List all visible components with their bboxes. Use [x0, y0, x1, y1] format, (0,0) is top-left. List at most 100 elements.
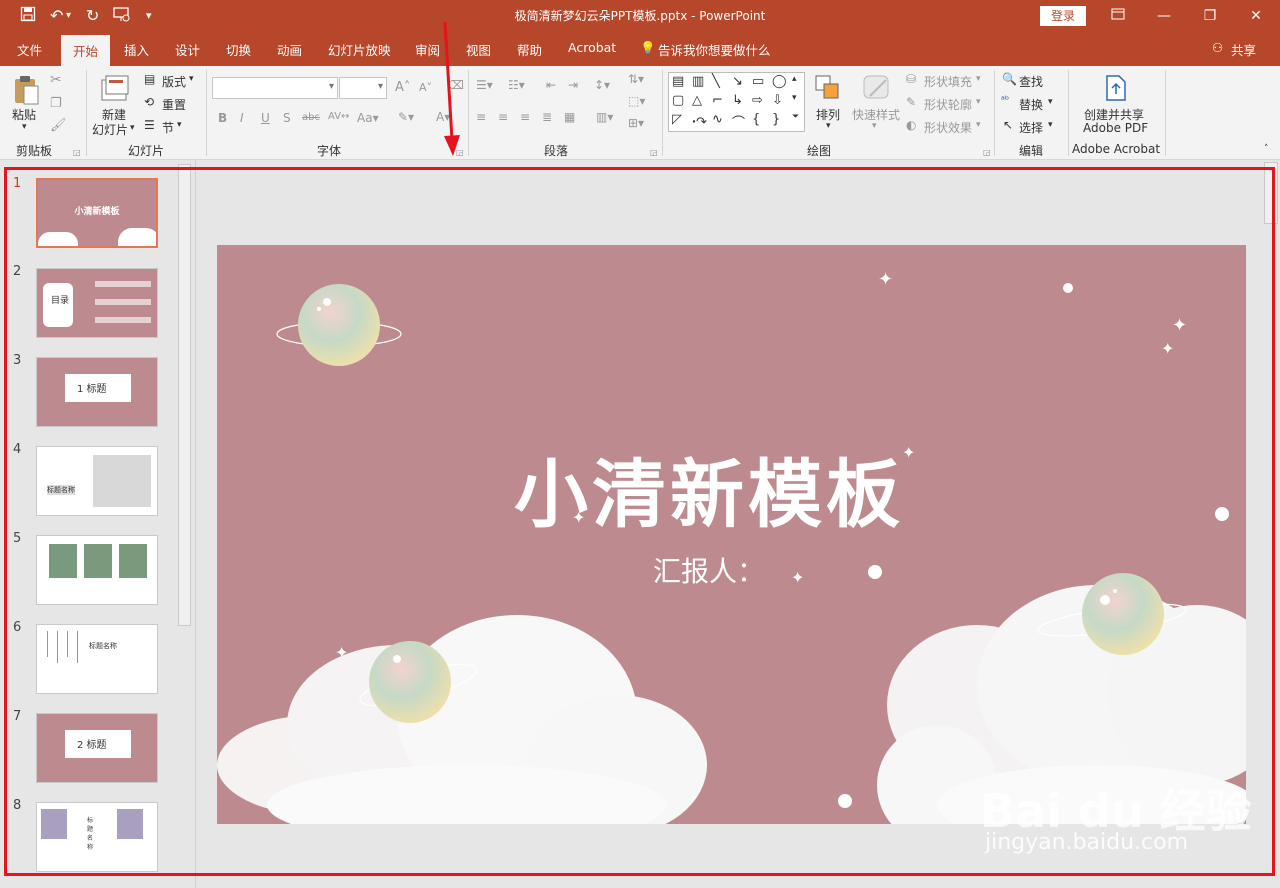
gallery-more-icon[interactable]: ⏷ [792, 112, 799, 122]
vertical-textbox-shape-icon[interactable]: ▥ [692, 74, 704, 89]
align-text-icon[interactable]: ⬚▾ [628, 94, 645, 108]
paste-label[interactable]: 粘贴 [12, 106, 36, 123]
restore-icon[interactable]: ❐ [1198, 4, 1222, 28]
new-slide-dropdown-icon[interactable]: ▾ [130, 123, 135, 133]
align-right-icon[interactable]: ≡ [520, 110, 530, 124]
tab-design[interactable]: 设计 [175, 40, 200, 59]
align-center-icon[interactable]: ≡ [498, 110, 508, 124]
shape-fill-dropdown-icon[interactable]: ▾ [976, 74, 981, 84]
tab-insert[interactable]: 插入 [124, 40, 149, 59]
columns-icon[interactable]: ▥▾ [596, 110, 613, 124]
find-icon[interactable]: 🔍 [1002, 72, 1017, 86]
align-left-icon[interactable]: ≡ [476, 110, 486, 124]
share-button[interactable]: 共享 [1231, 40, 1256, 59]
select-button[interactable]: 选择 [1019, 119, 1043, 136]
shape-fill-icon[interactable]: ⛁ [906, 72, 916, 86]
shape-fill-button[interactable]: 形状填充 [924, 73, 972, 90]
left-brace-shape-icon[interactable]: { [752, 112, 760, 127]
font-color-icon[interactable]: A▾ [436, 110, 450, 124]
new-slide-icon[interactable] [100, 74, 130, 107]
find-button[interactable]: 查找 [1019, 73, 1043, 90]
curve-shape-icon[interactable]: ꞏ↷ [692, 112, 707, 130]
shape-outline-dropdown-icon[interactable]: ▾ [976, 97, 981, 107]
change-case-icon[interactable]: Aa▾ [357, 111, 379, 125]
bold-icon[interactable]: B [218, 111, 227, 125]
create-pdf-icon[interactable] [1103, 74, 1129, 105]
paragraph-launcher-icon[interactable]: ◲ [650, 148, 658, 157]
tab-animations[interactable]: 动画 [277, 40, 302, 59]
shadow-icon[interactable]: S [283, 111, 291, 125]
login-button[interactable]: 登录 [1040, 6, 1086, 26]
new-slide-label-2[interactable]: 幻灯片 [92, 121, 128, 138]
decrease-font-icon[interactable]: A˅ [419, 81, 432, 94]
triangle-shape-icon[interactable]: △ [692, 93, 702, 108]
tab-view[interactable]: 视图 [466, 40, 491, 59]
arrow-line-shape-icon[interactable]: ↘ [732, 74, 743, 89]
bullets-icon[interactable]: ☰▾ [476, 78, 493, 92]
replace-icon[interactable]: ᵃᵇ [1001, 95, 1009, 106]
right-arrow-shape-icon[interactable]: ⇨ [752, 93, 763, 108]
shapes-gallery[interactable]: ▤ ▥ ╲ ↘ ▭ ◯ ▢ △ ⌐ ↳ ⇨ ⇩ ◸ ꞏ↷ ∿ ⌒ { } ▴ ▾… [668, 72, 805, 132]
tell-me-search[interactable]: 告诉我你想要做什么 [658, 40, 771, 59]
layout-icon[interactable]: ▤ [144, 72, 155, 86]
gallery-up-icon[interactable]: ▴ [792, 74, 797, 84]
quick-styles-icon[interactable] [862, 74, 892, 105]
decrease-indent-icon[interactable]: ⇤ [546, 78, 556, 92]
ribbon-display-options-icon[interactable] [1106, 4, 1130, 28]
arc-shape-icon[interactable]: ⌒ [732, 112, 745, 131]
tab-acrobat[interactable]: Acrobat [568, 40, 616, 55]
increase-indent-icon[interactable]: ⇥ [568, 78, 578, 92]
shape-outline-button[interactable]: 形状轮廓 [924, 96, 972, 113]
highlight-icon[interactable]: ✎▾ [398, 110, 414, 124]
clear-formatting-icon[interactable]: ⌫ [447, 78, 464, 92]
reset-button[interactable]: 重置 [162, 96, 186, 113]
rectangle-shape-icon[interactable]: ▭ [752, 74, 764, 89]
smartart-icon[interactable]: ⊞▾ [628, 116, 644, 130]
textbox-shape-icon[interactable]: ▤ [672, 74, 684, 89]
section-button[interactable]: 节 [162, 119, 174, 136]
tab-transitions[interactable]: 切换 [226, 40, 251, 59]
tab-file[interactable]: 文件 [17, 40, 42, 59]
rounded-rect-shape-icon[interactable]: ▢ [672, 93, 684, 108]
tab-review[interactable]: 审阅 [415, 40, 440, 59]
minimize-icon[interactable]: — [1152, 4, 1176, 28]
create-pdf-label-2[interactable]: Adobe PDF [1083, 121, 1148, 135]
close-icon[interactable]: ✕ [1244, 4, 1268, 28]
character-spacing-icon[interactable]: AV↔ [328, 111, 349, 122]
shape-outline-icon[interactable]: ✎ [906, 95, 916, 109]
font-launcher-icon[interactable]: ◲ [456, 148, 464, 157]
line-spacing-icon[interactable]: ↕▾ [594, 78, 610, 92]
reset-icon[interactable]: ⟲ [144, 95, 154, 109]
tab-slideshow[interactable]: 幻灯片放映 [328, 40, 391, 59]
numbering-icon[interactable]: ☷▾ [508, 78, 525, 92]
format-painter-icon[interactable]: 🖌 [50, 118, 67, 133]
strikethrough-icon[interactable]: abc [302, 112, 320, 123]
section-icon[interactable]: ☰ [144, 118, 155, 132]
select-icon[interactable]: ↖ [1003, 118, 1013, 132]
select-dropdown-icon[interactable]: ▾ [1048, 120, 1053, 130]
layout-button[interactable]: 版式 [162, 73, 186, 90]
underline-icon[interactable]: U [261, 111, 270, 125]
replace-dropdown-icon[interactable]: ▾ [1048, 97, 1053, 107]
cut-icon[interactable]: ✂ [50, 72, 62, 88]
paste-icon[interactable] [12, 74, 40, 109]
shape-effects-icon[interactable]: ◐ [906, 118, 916, 132]
distributed-icon[interactable]: ▦ [564, 110, 575, 124]
scribble-shape-icon[interactable]: ∿ [712, 112, 723, 127]
shape-effects-button[interactable]: 形状效果 [924, 119, 972, 136]
share-icon[interactable]: ⚇ [1212, 40, 1223, 55]
layout-dropdown-icon[interactable]: ▾ [189, 74, 194, 84]
justify-icon[interactable]: ≣ [542, 110, 552, 124]
line-shape-icon[interactable]: ╲ [712, 74, 720, 89]
arrange-icon[interactable] [814, 74, 842, 105]
tab-help[interactable]: 帮助 [517, 40, 542, 59]
quick-styles-dropdown-icon[interactable]: ▾ [872, 121, 877, 131]
tab-home[interactable]: 开始 [61, 35, 111, 66]
right-brace-shape-icon[interactable]: } [772, 112, 780, 127]
paste-dropdown-icon[interactable]: ▾ [22, 122, 27, 132]
clipboard-launcher-icon[interactable]: ◲ [73, 148, 81, 157]
elbow-connector-shape-icon[interactable]: ⌐ [712, 93, 723, 108]
text-direction-icon[interactable]: ⇅▾ [628, 72, 644, 86]
oval-shape-icon[interactable]: ◯ [772, 74, 787, 89]
replace-button[interactable]: 替换 [1019, 96, 1043, 113]
